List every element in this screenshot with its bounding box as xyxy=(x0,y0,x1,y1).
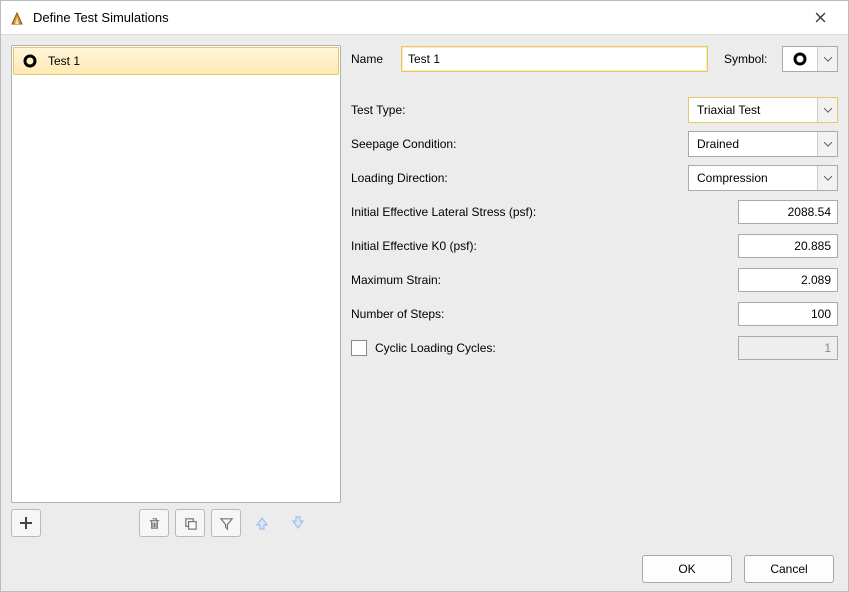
dropdown-arrow-icon xyxy=(817,98,837,122)
symbol-value-icon xyxy=(783,47,817,71)
window-title: Define Test Simulations xyxy=(33,10,169,25)
cancel-button[interactable]: Cancel xyxy=(744,555,834,583)
test-list[interactable]: Test 1 xyxy=(11,45,341,503)
max-strain-input[interactable] xyxy=(738,268,838,292)
dropdown-arrow-icon xyxy=(817,47,837,71)
dropdown-arrow-icon xyxy=(817,132,837,156)
cyclic-input xyxy=(738,336,838,360)
circle-symbol-icon xyxy=(22,53,38,69)
num-steps-input[interactable] xyxy=(738,302,838,326)
name-row: Name Symbol: xyxy=(351,45,838,73)
test-type-value: Triaxial Test xyxy=(689,98,817,122)
cyclic-checkbox[interactable] xyxy=(351,340,367,356)
max-strain-label: Maximum Strain: xyxy=(351,273,738,287)
seepage-label: Seepage Condition: xyxy=(351,137,688,151)
loading-direction-label: Loading Direction: xyxy=(351,171,688,185)
lateral-stress-input[interactable] xyxy=(738,200,838,224)
copy-button[interactable] xyxy=(175,509,205,537)
k0-input[interactable] xyxy=(738,234,838,258)
titlebar: Define Test Simulations xyxy=(1,1,848,35)
dropdown-arrow-icon xyxy=(817,166,837,190)
app-icon xyxy=(9,10,25,26)
loading-direction-select[interactable]: Compression xyxy=(688,165,838,191)
delete-button[interactable] xyxy=(139,509,169,537)
symbol-select[interactable] xyxy=(782,46,838,72)
move-down-button[interactable] xyxy=(283,509,313,537)
test-list-item[interactable]: Test 1 xyxy=(13,47,339,75)
seepage-select[interactable]: Drained xyxy=(688,131,838,157)
move-up-button[interactable] xyxy=(247,509,277,537)
symbol-label: Symbol: xyxy=(724,52,774,66)
add-button[interactable] xyxy=(11,509,41,537)
test-type-label: Test Type: xyxy=(351,103,688,117)
test-list-item-label: Test 1 xyxy=(48,54,80,68)
list-toolbar xyxy=(11,509,341,537)
lateral-stress-label: Initial Effective Lateral Stress (psf): xyxy=(351,205,738,219)
loading-direction-value: Compression xyxy=(689,166,817,190)
num-steps-label: Number of Steps: xyxy=(351,307,738,321)
cyclic-label: Cyclic Loading Cycles: xyxy=(375,341,738,355)
ok-button[interactable]: OK xyxy=(642,555,732,583)
test-type-select[interactable]: Triaxial Test xyxy=(688,97,838,123)
filter-button[interactable] xyxy=(211,509,241,537)
seepage-value: Drained xyxy=(689,132,817,156)
name-input[interactable] xyxy=(401,46,708,72)
dialog-footer: OK Cancel xyxy=(1,547,848,591)
name-label: Name xyxy=(351,52,401,66)
close-button[interactable] xyxy=(800,1,840,34)
k0-label: Initial Effective K0 (psf): xyxy=(351,239,738,253)
